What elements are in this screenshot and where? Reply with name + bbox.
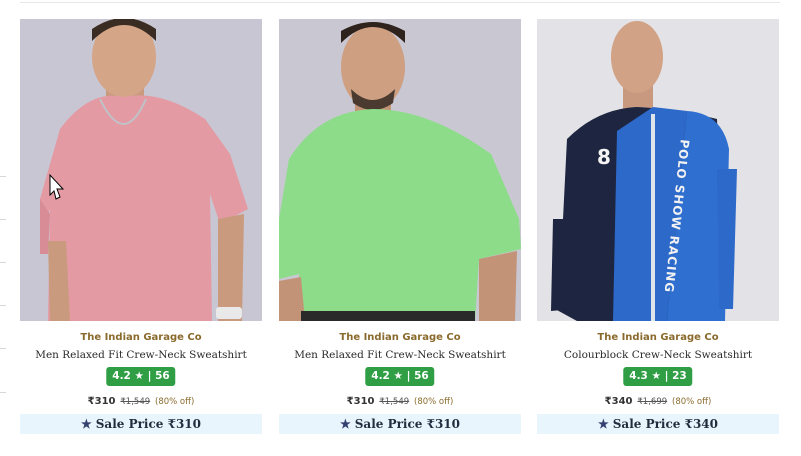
discount: (80% off): [155, 397, 195, 407]
review-count: 56: [414, 370, 429, 382]
mrp: ₹1,549: [120, 397, 151, 407]
green-tshirt-model-image: [279, 19, 521, 321]
pink-tshirt-model-image: [20, 19, 262, 321]
rating-badge: 4.3 ★ | 23: [623, 367, 693, 386]
price-row: ₹310 ₹1,549 (80% off): [279, 396, 521, 407]
product-image[interactable]: [20, 19, 262, 321]
star-icon: ★: [598, 417, 609, 431]
product-image[interactable]: 8 POLO SHOW RACING: [537, 19, 779, 321]
product-card[interactable]: The Indian Garage Co Men Relaxed Fit Cre…: [279, 19, 521, 437]
product-title[interactable]: Colourblock Crew-Neck Sweatshirt: [537, 349, 779, 361]
product-title[interactable]: Men Relaxed Fit Crew-Neck Sweatshirt: [279, 349, 521, 361]
rating-badge: 4.2 ★ | 56: [365, 367, 435, 386]
rating-value: 4.3: [629, 370, 648, 382]
brand-name[interactable]: The Indian Garage Co: [20, 332, 262, 343]
discount: (80% off): [672, 397, 712, 407]
star-icon: ★: [81, 417, 92, 431]
star-icon: ★: [130, 370, 144, 382]
review-count: 23: [672, 370, 687, 382]
price: ₹340: [604, 396, 633, 407]
product-card[interactable]: 8 POLO SHOW RACING The Indian Garage Co …: [537, 19, 779, 437]
mrp: ₹1,699: [637, 397, 668, 407]
rating-value: 4.2: [371, 370, 390, 382]
brand-name[interactable]: The Indian Garage Co: [279, 332, 521, 343]
price: ₹310: [346, 396, 375, 407]
price: ₹310: [87, 396, 116, 407]
product-title[interactable]: Men Relaxed Fit Crew-Neck Sweatshirt: [20, 349, 262, 361]
discount: (80% off): [414, 397, 454, 407]
sale-price-label: Sale Price ₹310: [354, 417, 460, 431]
rating-value: 4.2: [112, 370, 131, 382]
product-image[interactable]: [279, 19, 521, 321]
jersey-number: 8: [597, 145, 611, 169]
star-icon: ★: [389, 370, 403, 382]
star-icon: ★: [340, 417, 351, 431]
price-row: ₹340 ₹1,699 (80% off): [537, 396, 779, 407]
sale-price-label: Sale Price ₹340: [612, 417, 718, 431]
sale-price-label: Sale Price ₹310: [95, 417, 201, 431]
sale-price-bar: ★ Sale Price ₹310: [279, 414, 521, 434]
price-row: ₹310 ₹1,549 (80% off): [20, 396, 262, 407]
review-count: 56: [155, 370, 170, 382]
colourblock-sweatshirt-model-image: [537, 19, 779, 321]
star-icon: ★: [647, 370, 661, 382]
sale-price-bar: ★ Sale Price ₹310: [20, 414, 262, 434]
brand-name[interactable]: The Indian Garage Co: [537, 332, 779, 343]
mrp: ₹1,549: [379, 397, 410, 407]
product-card[interactable]: The Indian Garage Co Men Relaxed Fit Cre…: [20, 19, 262, 437]
top-divider: [20, 2, 780, 3]
sale-price-bar: ★ Sale Price ₹340: [537, 414, 779, 434]
rating-badge: 4.2 ★ | 56: [106, 367, 176, 386]
